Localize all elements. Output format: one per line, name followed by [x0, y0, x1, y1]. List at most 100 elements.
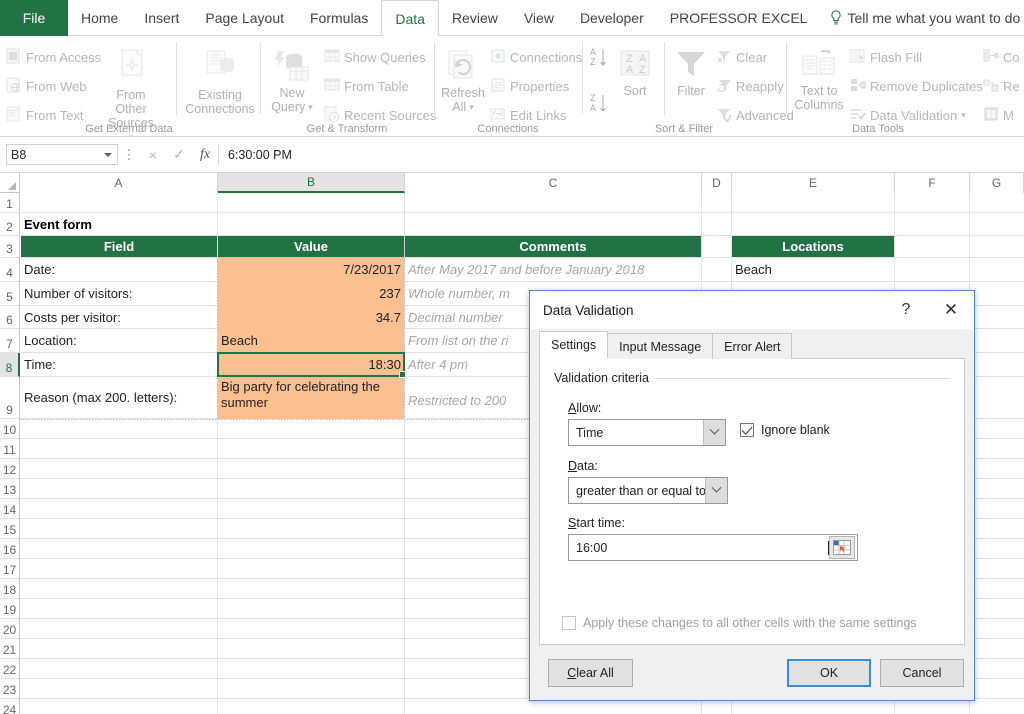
btn-properties[interactable]: Properties: [490, 72, 569, 100]
ignore-blank-checkbox[interactable]: [740, 423, 754, 437]
row-header-7[interactable]: 7: [0, 329, 20, 353]
apply-all-row[interactable]: Apply these changes to all other cells w…: [562, 616, 917, 630]
name-box[interactable]: B8: [6, 144, 118, 165]
cell-a3[interactable]: Field: [21, 236, 217, 257]
row-header-3[interactable]: 3: [0, 236, 20, 258]
cell-a4[interactable]: Date:: [21, 258, 217, 281]
tab-data[interactable]: Data: [381, 0, 439, 37]
cancel-button[interactable]: Cancel: [880, 659, 964, 687]
row-header-11[interactable]: 11: [0, 439, 20, 459]
row-header-2[interactable]: 2: [0, 213, 20, 236]
tab-formulas[interactable]: Formulas: [297, 0, 381, 36]
row-header-19[interactable]: 19: [0, 599, 20, 619]
cancel-edit-icon[interactable]: ×: [140, 147, 166, 163]
close-icon[interactable]: ✕: [928, 291, 974, 329]
btn-sort[interactable]: ZAAZ Sort: [612, 49, 658, 98]
tab-error-alert[interactable]: Error Alert: [712, 333, 793, 359]
cell-a2[interactable]: Event form: [21, 213, 217, 235]
btn-text-to-columns[interactable]: Text to Columns: [788, 49, 850, 112]
chevron-down-icon[interactable]: ▾: [308, 100, 313, 114]
tab-view[interactable]: View: [511, 0, 567, 36]
row-header-8[interactable]: 8: [0, 353, 20, 377]
row-header-12[interactable]: 12: [0, 459, 20, 479]
column-header-a[interactable]: A: [20, 173, 218, 193]
row-header-17[interactable]: 17: [0, 559, 20, 579]
btn-flash-fill[interactable]: Flash Fill: [850, 43, 922, 71]
insert-function-icon[interactable]: fx: [192, 147, 218, 163]
row-header-24[interactable]: 24: [0, 699, 20, 714]
cell-b8[interactable]: 18:30: [218, 353, 404, 376]
row-header-13[interactable]: 13: [0, 479, 20, 499]
btn-sort-za[interactable]: ZA: [590, 92, 607, 119]
cell-a7[interactable]: Location:: [21, 329, 217, 352]
formula-bar-expand-dots[interactable]: ⋮: [118, 147, 140, 163]
chevron-down-icon[interactable]: ▾: [961, 110, 966, 121]
row-header-21[interactable]: 21: [0, 639, 20, 659]
tab-home[interactable]: Home: [68, 0, 131, 36]
tab-settings[interactable]: Settings: [539, 331, 609, 359]
row-header-10[interactable]: 10: [0, 419, 20, 439]
confirm-edit-icon[interactable]: ✓: [166, 146, 192, 163]
btn-connections[interactable]: Connections: [490, 43, 582, 71]
row-header-9[interactable]: 9: [0, 377, 20, 419]
row-header-18[interactable]: 18: [0, 579, 20, 599]
formula-input[interactable]: 6:30:00 PM: [219, 144, 1024, 166]
column-header-e[interactable]: E: [732, 173, 895, 193]
cell-e4[interactable]: Beach: [732, 258, 894, 281]
row-header-15[interactable]: 15: [0, 519, 20, 539]
btn-new-query[interactable]: New Query ▾: [262, 49, 322, 114]
tab-page-layout[interactable]: Page Layout: [192, 0, 297, 36]
btn-existing-connections[interactable]: Existing Connections: [184, 49, 256, 116]
btn-show-queries[interactable]: Show Queries: [324, 43, 426, 71]
cell-a5[interactable]: Number of visitors:: [21, 282, 217, 305]
row-header-1[interactable]: 1: [0, 193, 20, 213]
column-header-b[interactable]: B: [218, 173, 405, 193]
chevron-down-icon[interactable]: ▾: [469, 100, 474, 114]
data-select[interactable]: greater than or equal to: [568, 477, 728, 504]
btn-clear[interactable]: Clear: [716, 43, 767, 71]
dialog-title-bar[interactable]: Data Validation ? ✕: [530, 291, 974, 329]
btn-remove-duplicates[interactable]: Remove Duplicates: [850, 72, 983, 100]
row-header-22[interactable]: 22: [0, 659, 20, 679]
row-header-16[interactable]: 16: [0, 539, 20, 559]
btn-from-web[interactable]: From Web: [6, 72, 86, 100]
tab-insert[interactable]: Insert: [131, 0, 192, 36]
ok-button[interactable]: OK: [787, 659, 871, 687]
tab-file[interactable]: File: [0, 0, 68, 36]
btn-relationships[interactable]: Re: [983, 72, 1020, 100]
btn-from-access[interactable]: From Access: [6, 43, 101, 71]
select-all-corner[interactable]: [0, 173, 20, 193]
clear-all-button[interactable]: Clear All: [548, 659, 633, 687]
row-header-20[interactable]: 20: [0, 619, 20, 639]
row-header-6[interactable]: 6: [0, 306, 20, 329]
column-header-d[interactable]: D: [702, 173, 732, 193]
cell-c4[interactable]: After May 2017 and before January 2018: [405, 258, 701, 281]
btn-manage-data-model[interactable]: M: [983, 101, 1014, 129]
chevron-down-icon[interactable]: [703, 420, 725, 445]
cell-b3[interactable]: Value: [218, 236, 404, 257]
btn-filter[interactable]: Filter: [668, 49, 714, 98]
cell-a8[interactable]: Time:: [21, 353, 217, 376]
btn-consolidate[interactable]: Co: [983, 43, 1020, 71]
btn-reapply[interactable]: Reapply: [716, 72, 784, 100]
cell-b7[interactable]: Beach: [218, 329, 404, 352]
cell-a9[interactable]: Reason (max 200. letters):: [21, 377, 217, 418]
ignore-blank-row[interactable]: Ignore blank: [740, 423, 830, 437]
apply-all-checkbox[interactable]: [562, 616, 576, 630]
chevron-down-icon[interactable]: [104, 153, 112, 157]
btn-sort-az[interactable]: AZ: [590, 46, 607, 73]
chevron-down-icon[interactable]: [705, 478, 727, 503]
column-header-c[interactable]: C: [405, 173, 702, 193]
cell-b9[interactable]: Big party for celebrating the summer: [218, 377, 404, 418]
allow-select[interactable]: Time: [568, 419, 726, 446]
cell-b6[interactable]: 34.7: [218, 306, 404, 328]
row-header-14[interactable]: 14: [0, 499, 20, 519]
cell-b4[interactable]: 7/23/2017: [218, 258, 404, 281]
cell-e3[interactable]: Locations: [732, 236, 894, 257]
column-header-f[interactable]: F: [895, 173, 970, 193]
row-header-4[interactable]: 4: [0, 258, 20, 282]
tab-input-message[interactable]: Input Message: [607, 333, 714, 359]
cell-a6[interactable]: Costs per visitor:: [21, 306, 217, 328]
tab-professor-excel[interactable]: PROFESSOR EXCEL: [657, 0, 821, 36]
range-selector-icon[interactable]: [829, 536, 855, 559]
